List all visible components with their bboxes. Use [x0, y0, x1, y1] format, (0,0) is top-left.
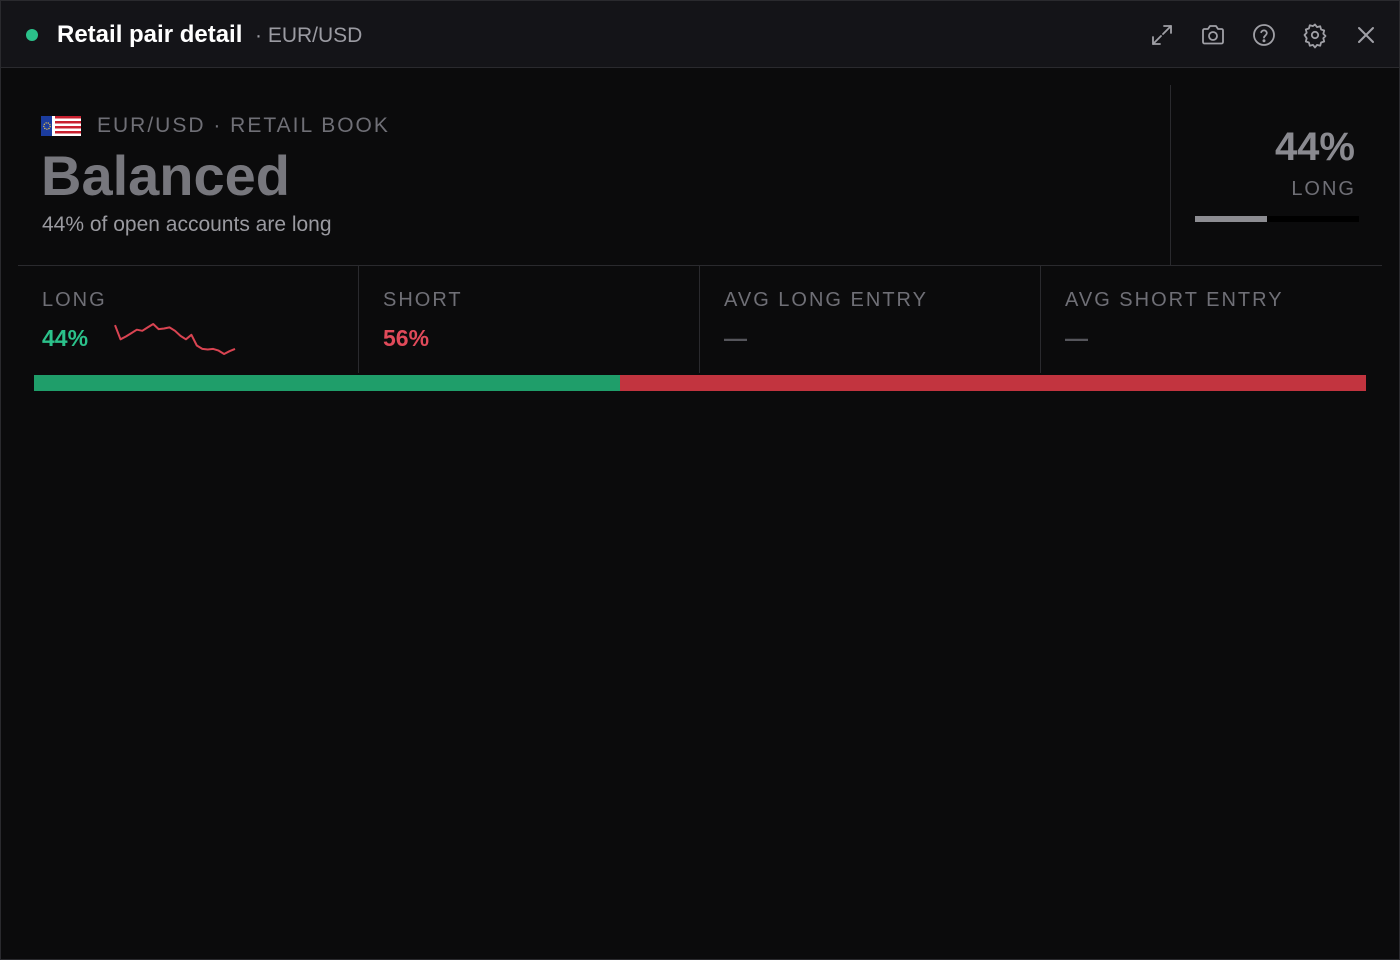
expand-icon[interactable]	[1148, 21, 1176, 49]
long-short-ratio-bar	[34, 375, 1366, 391]
camera-icon[interactable]	[1199, 21, 1227, 49]
gear-icon[interactable]	[1301, 21, 1329, 49]
stat-value: 44%	[42, 325, 89, 351]
close-icon[interactable]	[1352, 21, 1380, 49]
title-bar: Retail pair detail · EUR/USD	[1, 1, 1399, 68]
stat-label: AVG SHORT ENTRY	[1065, 289, 1284, 311]
stat-avg-short-entry: AVG SHORT ENTRY —	[1040, 266, 1382, 373]
eur-usd-flag-icon	[41, 116, 81, 136]
sentiment-heading: Balanced	[41, 144, 290, 207]
ratio-short-segment	[620, 375, 1366, 391]
long-gauge	[1195, 216, 1359, 222]
header-divider	[1170, 85, 1171, 265]
stat-label: AVG LONG ENTRY	[724, 289, 928, 311]
long-percent-label: LONG	[1291, 178, 1356, 200]
retail-pair-detail-window: Retail pair detail · EUR/USD EUR/USD · R…	[0, 0, 1400, 960]
sentiment-description: 44% of open accounts are long	[42, 213, 332, 236]
long-percent-value: 44%	[1274, 125, 1355, 169]
stat-short: SHORT 56%	[358, 266, 699, 373]
help-icon[interactable]	[1250, 21, 1278, 49]
pair-label: EUR/USD · RETAIL BOOK	[97, 114, 390, 137]
status-dot	[26, 29, 38, 41]
ratio-long-segment	[34, 375, 621, 391]
stat-value: —	[1065, 325, 1088, 351]
window-title: Retail pair detail	[57, 21, 243, 48]
stat-label: LONG	[42, 289, 107, 311]
window-subtitle: · EUR/USD	[255, 24, 363, 47]
stat-value: —	[724, 325, 747, 351]
long-gauge-fill	[1195, 216, 1268, 222]
sparkline-line	[114, 323, 236, 355]
stat-label: SHORT	[383, 289, 463, 311]
stat-avg-long-entry: AVG LONG ENTRY —	[699, 266, 1040, 373]
stat-value: 56%	[383, 325, 430, 351]
stat-long: LONG 44%	[18, 266, 358, 373]
long-sparkline	[114, 323, 236, 355]
